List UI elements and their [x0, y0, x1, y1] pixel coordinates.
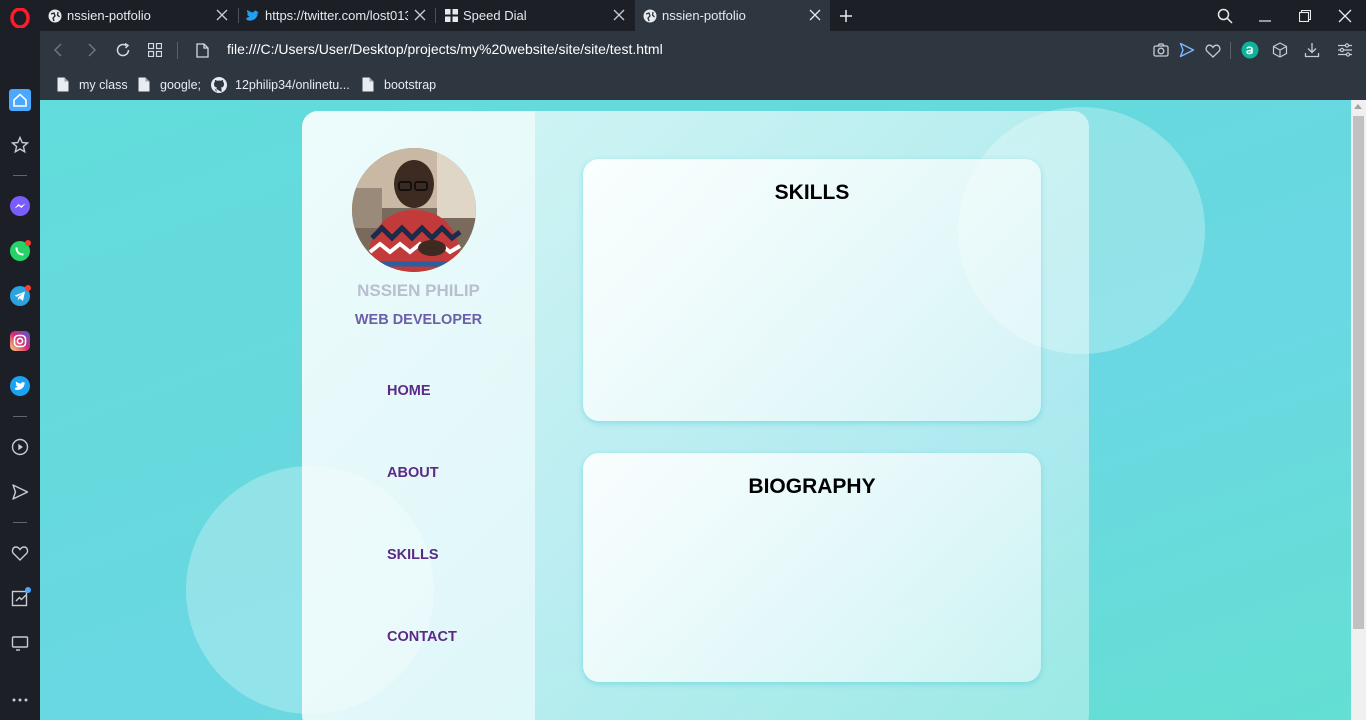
biography-panel: BIOGRAPHY	[583, 453, 1041, 682]
notification-dot	[25, 587, 31, 593]
page-icon	[137, 77, 151, 93]
profile-role: WEB DEVELOPER	[354, 312, 483, 328]
new-tab-icon[interactable]	[835, 5, 857, 27]
twitter-icon	[246, 9, 260, 23]
add-to-pinboard-heart-icon[interactable]	[1203, 40, 1223, 60]
sidebar-divider	[13, 416, 27, 417]
pinboard-heart-icon[interactable]	[8, 541, 32, 565]
forward-icon[interactable]	[81, 40, 101, 60]
tab-strip: nssien-potfolio https://twitter.com/lost…	[40, 0, 1366, 31]
tab-nssien-potfolio-active[interactable]: nssien-potfolio	[635, 0, 830, 31]
extensions-cube-icon[interactable]	[1270, 40, 1290, 60]
bookmark-label: my class	[79, 77, 128, 92]
player-icon[interactable]	[8, 435, 32, 459]
bookmarks-star-icon[interactable]	[8, 133, 32, 157]
bookmarks-bar: my class google; 12philip34/onlinetu... …	[40, 69, 1366, 100]
bookmark-bootstrap[interactable]: bootstrap	[361, 75, 436, 94]
tab-title: https://twitter.com/lost013	[265, 8, 408, 23]
personal-news-icon[interactable]	[8, 586, 32, 610]
twitter-sidebar-icon[interactable]	[8, 374, 32, 398]
page-icon	[361, 77, 375, 93]
github-icon	[211, 76, 227, 93]
notification-dot	[25, 285, 31, 291]
address-input[interactable]: file:///C:/Users/User/Desktop/projects/m…	[227, 41, 663, 57]
skills-heading: SKILLS	[774, 181, 850, 204]
tab-snap-icon[interactable]	[8, 631, 32, 655]
skills-panel: SKILLS	[583, 159, 1041, 421]
minimize-icon[interactable]	[1254, 5, 1276, 27]
nav-home-link[interactable]: HOME	[387, 383, 431, 399]
close-icon[interactable]	[612, 8, 626, 22]
tab-speed-dial[interactable]: Speed Dial	[436, 0, 634, 31]
send-to-flow-icon[interactable]	[1177, 40, 1197, 60]
reload-icon[interactable]	[113, 40, 133, 60]
bookmark-label: bootstrap	[384, 77, 437, 92]
nav-about-link[interactable]: ABOUT	[387, 465, 439, 481]
search-tabs-icon[interactable]	[1214, 5, 1236, 27]
profile-name: NSSIEN PHILIP	[357, 281, 480, 300]
globe-icon	[643, 9, 657, 23]
nav-skills-link[interactable]: SKILLS	[387, 547, 439, 563]
back-icon[interactable]	[49, 40, 69, 60]
close-icon[interactable]	[808, 8, 822, 22]
easy-setup-icon[interactable]	[1335, 40, 1355, 60]
address-toolbar: file:///C:/Users/User/Desktop/projects/m…	[40, 31, 1366, 69]
sidebar-divider	[13, 522, 27, 523]
opera-logo-icon[interactable]	[10, 7, 30, 29]
flow-send-icon[interactable]	[8, 480, 32, 504]
snapshot-camera-icon[interactable]	[1151, 40, 1171, 60]
toolbar-divider	[1230, 42, 1231, 59]
close-icon[interactable]	[413, 8, 427, 22]
download-icon[interactable]	[1302, 40, 1322, 60]
amazon-assistant-icon[interactable]	[1240, 40, 1260, 60]
bookmark-github-repo[interactable]: 12philip34/onlinetu...	[211, 75, 350, 94]
close-window-icon[interactable]	[1334, 5, 1356, 27]
opera-sidebar	[0, 0, 40, 720]
speed-dial-home-icon[interactable]	[8, 88, 32, 112]
instagram-icon[interactable]	[8, 329, 32, 353]
tab-twitter[interactable]: https://twitter.com/lost013	[238, 0, 435, 31]
avatar	[352, 148, 476, 272]
tab-nssien-potfolio-1[interactable]: nssien-potfolio	[40, 0, 237, 31]
bookmark-label: google;	[160, 77, 202, 92]
tabs-grid-icon[interactable]	[145, 40, 165, 60]
whatsapp-icon[interactable]	[8, 239, 32, 263]
page-scrollbar[interactable]	[1351, 100, 1366, 720]
page-icon	[56, 77, 70, 93]
close-icon[interactable]	[215, 8, 229, 22]
scroll-thumb[interactable]	[1353, 116, 1364, 629]
tab-title: nssien-potfolio	[662, 8, 746, 23]
nav-contact-link[interactable]: CONTACT	[387, 629, 457, 645]
scroll-up-arrow-icon[interactable]	[1354, 104, 1362, 109]
more-icon[interactable]	[8, 688, 32, 712]
biography-heading: BIOGRAPHY	[748, 475, 876, 498]
globe-icon	[48, 9, 62, 23]
bookmark-google[interactable]: google;	[137, 75, 201, 94]
messenger-icon[interactable]	[8, 194, 32, 218]
notification-dot	[25, 240, 31, 246]
decorative-circle	[186, 466, 434, 714]
sidebar-divider	[13, 175, 27, 176]
speed-dial-icon	[444, 9, 458, 23]
bookmark-my-class[interactable]: my class	[56, 75, 128, 94]
tab-title: nssien-potfolio	[67, 8, 151, 23]
file-page-icon	[192, 40, 212, 60]
page-viewport: NSSIEN PHILIP WEB DEVELOPER HOME ABOUT S…	[40, 100, 1351, 720]
restore-icon[interactable]	[1294, 5, 1316, 27]
bookmark-label: 12philip34/onlinetu...	[235, 77, 350, 92]
toolbar-divider	[177, 42, 178, 59]
tab-title: Speed Dial	[463, 8, 527, 23]
telegram-icon[interactable]	[8, 284, 32, 308]
